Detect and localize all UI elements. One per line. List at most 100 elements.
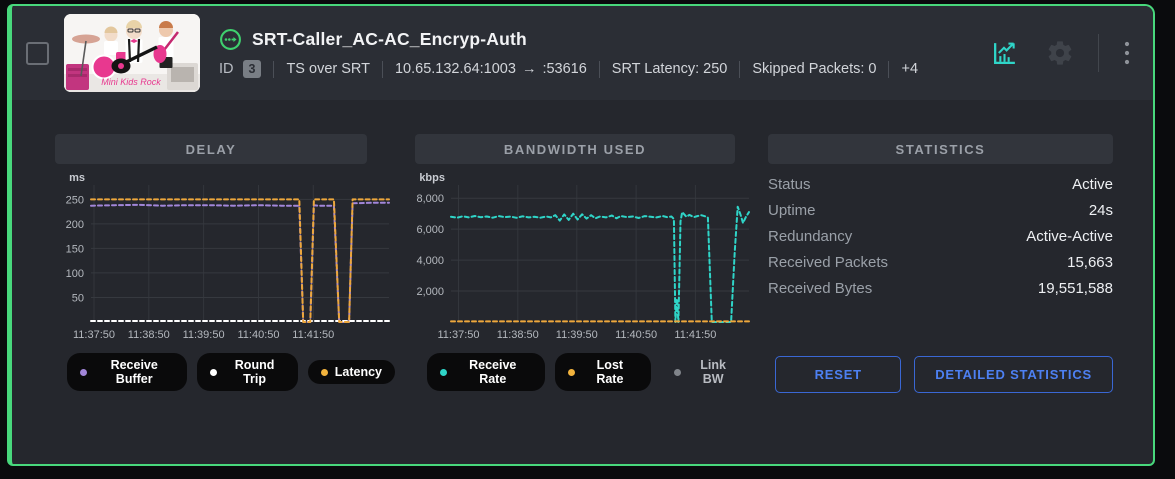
stat-value: 15,663 [1067, 254, 1113, 271]
header-actions [991, 34, 1131, 72]
svg-text:11:38:50: 11:38:50 [128, 329, 170, 341]
svg-text:2,000: 2,000 [416, 286, 444, 298]
reset-button[interactable]: RESET [775, 356, 901, 393]
svg-text:11:41:50: 11:41:50 [674, 329, 716, 341]
id-label: ID [219, 61, 234, 77]
statistics-view-button[interactable] [991, 40, 1018, 67]
header-divider [1098, 34, 1099, 72]
stream-thumbnail[interactable]: Mini Kids Rock [64, 14, 200, 92]
svg-text:200: 200 [66, 219, 84, 231]
legend-color-dot [440, 369, 447, 376]
legend-label: Latency [335, 365, 382, 379]
chart-statistics-icon [991, 40, 1018, 67]
meta-divider [739, 61, 740, 78]
stat-value: 24s [1089, 202, 1113, 219]
stat-label: Received Bytes [768, 280, 872, 297]
thumbnail-caption: Mini Kids Rock [101, 77, 161, 87]
svg-text:250: 250 [66, 194, 84, 206]
kebab-menu-icon [1123, 40, 1131, 66]
stat-label: Status [768, 176, 811, 193]
stat-row: Uptime 24s [768, 197, 1113, 223]
legend-color-dot [321, 369, 328, 376]
id-badge: 3 [243, 60, 262, 78]
gear-icon [1046, 39, 1074, 67]
stat-row: Status Active [768, 171, 1113, 197]
statistics-rows: Status Active Uptime 24s Redundancy Active-Ac… [768, 171, 1113, 301]
svg-text:11:38:50: 11:38:50 [497, 329, 539, 341]
stream-meta-row: ID 3 TS over SRT 10.65.132.64:1003 → :53… [219, 60, 918, 78]
detailed-statistics-button[interactable]: DETAILED STATISTICS [914, 356, 1113, 393]
svg-text:6,000: 6,000 [416, 224, 444, 236]
bandwidth-panel: BANDWIDTH USED 11:37:5011:38:5011:39:501… [415, 134, 751, 393]
svg-text:8,000: 8,000 [416, 193, 444, 205]
srt-caller-status-icon [219, 28, 242, 51]
svg-text:11:37:50: 11:37:50 [73, 329, 115, 341]
svg-text:11:37:50: 11:37:50 [437, 329, 479, 341]
legend-label: Receive Rate [454, 358, 532, 386]
legend-label: Receive Buffer [94, 358, 174, 386]
svg-text:50: 50 [72, 293, 84, 305]
protocol-label: TS over SRT [286, 61, 370, 77]
stat-row: Redundancy Active-Active [768, 223, 1113, 249]
legend-item-round-trip[interactable]: Round Trip [197, 353, 297, 391]
legend-item-link-bw[interactable]: Link BW [661, 353, 751, 391]
stream-card-body: DELAY 11:37:5011:38:5011:39:5011:40:5011… [12, 100, 1153, 393]
delay-panel-title: DELAY [55, 134, 367, 164]
legend-color-dot [80, 369, 87, 376]
svg-text:11:41:50: 11:41:50 [292, 329, 334, 341]
bandwidth-chart-legend: Receive Rate Lost Rate Link BW [427, 353, 751, 391]
select-stream-checkbox[interactable] [26, 42, 49, 65]
stat-label: Received Packets [768, 254, 888, 271]
svg-text:11:39:50: 11:39:50 [556, 329, 598, 341]
route-from: 10.65.132.64:1003 [395, 61, 516, 77]
stat-value: Active-Active [1026, 228, 1113, 245]
meta-divider [599, 61, 600, 78]
route-arrow-icon: → [522, 61, 537, 77]
svg-text:ms: ms [69, 172, 85, 184]
settings-button[interactable] [1046, 39, 1074, 67]
legend-item-receive-buffer[interactable]: Receive Buffer [67, 353, 187, 391]
bandwidth-chart: 11:37:50 11:38:50 11:39:50 11:40:50 11:41:50… [415, 170, 751, 346]
stat-value: 19,551,588 [1038, 280, 1113, 297]
skipped-packets: Skipped Packets: 0 [752, 61, 876, 77]
statistics-panel: STATISTICS Status Active Uptime 24s Redundan… [768, 134, 1113, 393]
legend-item-receive-rate[interactable]: Receive Rate [427, 353, 545, 391]
statistics-actions: RESET DETAILED STATISTICS [768, 356, 1113, 393]
svg-text:11:39:50: 11:39:50 [183, 329, 225, 341]
stat-row: Received Bytes 19,551,588 [768, 275, 1113, 301]
svg-text:11:40:50: 11:40:50 [615, 329, 657, 341]
legend-item-latency[interactable]: Latency [308, 360, 395, 384]
legend-color-dot [674, 369, 681, 376]
stat-value: Active [1072, 176, 1113, 193]
legend-item-lost-rate[interactable]: Lost Rate [555, 353, 652, 391]
statistics-panel-title: STATISTICS [768, 134, 1113, 164]
delay-panel: DELAY 11:37:5011:38:5011:39:5011:40:5011… [55, 134, 395, 393]
svg-text:kbps: kbps [419, 172, 445, 184]
svg-text:11:40:50: 11:40:50 [237, 329, 279, 341]
meta-divider [382, 61, 383, 78]
stream-card: Mini Kids Rock SRT-Caller_AC-AC_Encryp-A… [7, 4, 1155, 466]
delay-chart: 11:37:50 11:38:50 11:39:50 11:40:50 11:41:50… [55, 170, 391, 346]
stat-row: Received Packets 15,663 [768, 249, 1113, 275]
legend-color-dot [568, 369, 575, 376]
legend-color-dot [210, 369, 217, 376]
stream-card-header: Mini Kids Rock SRT-Caller_AC-AC_Encryp-A… [12, 6, 1153, 100]
meta-divider [273, 61, 274, 78]
delay-chart-legend: Receive Buffer Round Trip Latency [67, 353, 395, 391]
svg-text:150: 150 [66, 243, 84, 255]
bandwidth-panel-title: BANDWIDTH USED [415, 134, 735, 164]
stream-title: SRT-Caller_AC-AC_Encryp-Auth [252, 29, 527, 50]
thumbnail-image: Mini Kids Rock [64, 14, 200, 92]
stat-label: Uptime [768, 202, 816, 219]
legend-label: Lost Rate [582, 358, 639, 386]
meta-divider [888, 61, 889, 78]
svg-text:100: 100 [66, 268, 84, 280]
stat-label: Redundancy [768, 228, 852, 245]
more-options-button[interactable] [1123, 40, 1131, 66]
srt-latency: SRT Latency: 250 [612, 61, 728, 77]
stream-title-block: SRT-Caller_AC-AC_Encryp-Auth ID 3 TS ove… [219, 28, 918, 78]
legend-label: Link BW [688, 358, 738, 386]
legend-label: Round Trip [224, 358, 284, 386]
more-meta-count[interactable]: +4 [901, 61, 918, 77]
svg-text:4,000: 4,000 [416, 255, 444, 267]
